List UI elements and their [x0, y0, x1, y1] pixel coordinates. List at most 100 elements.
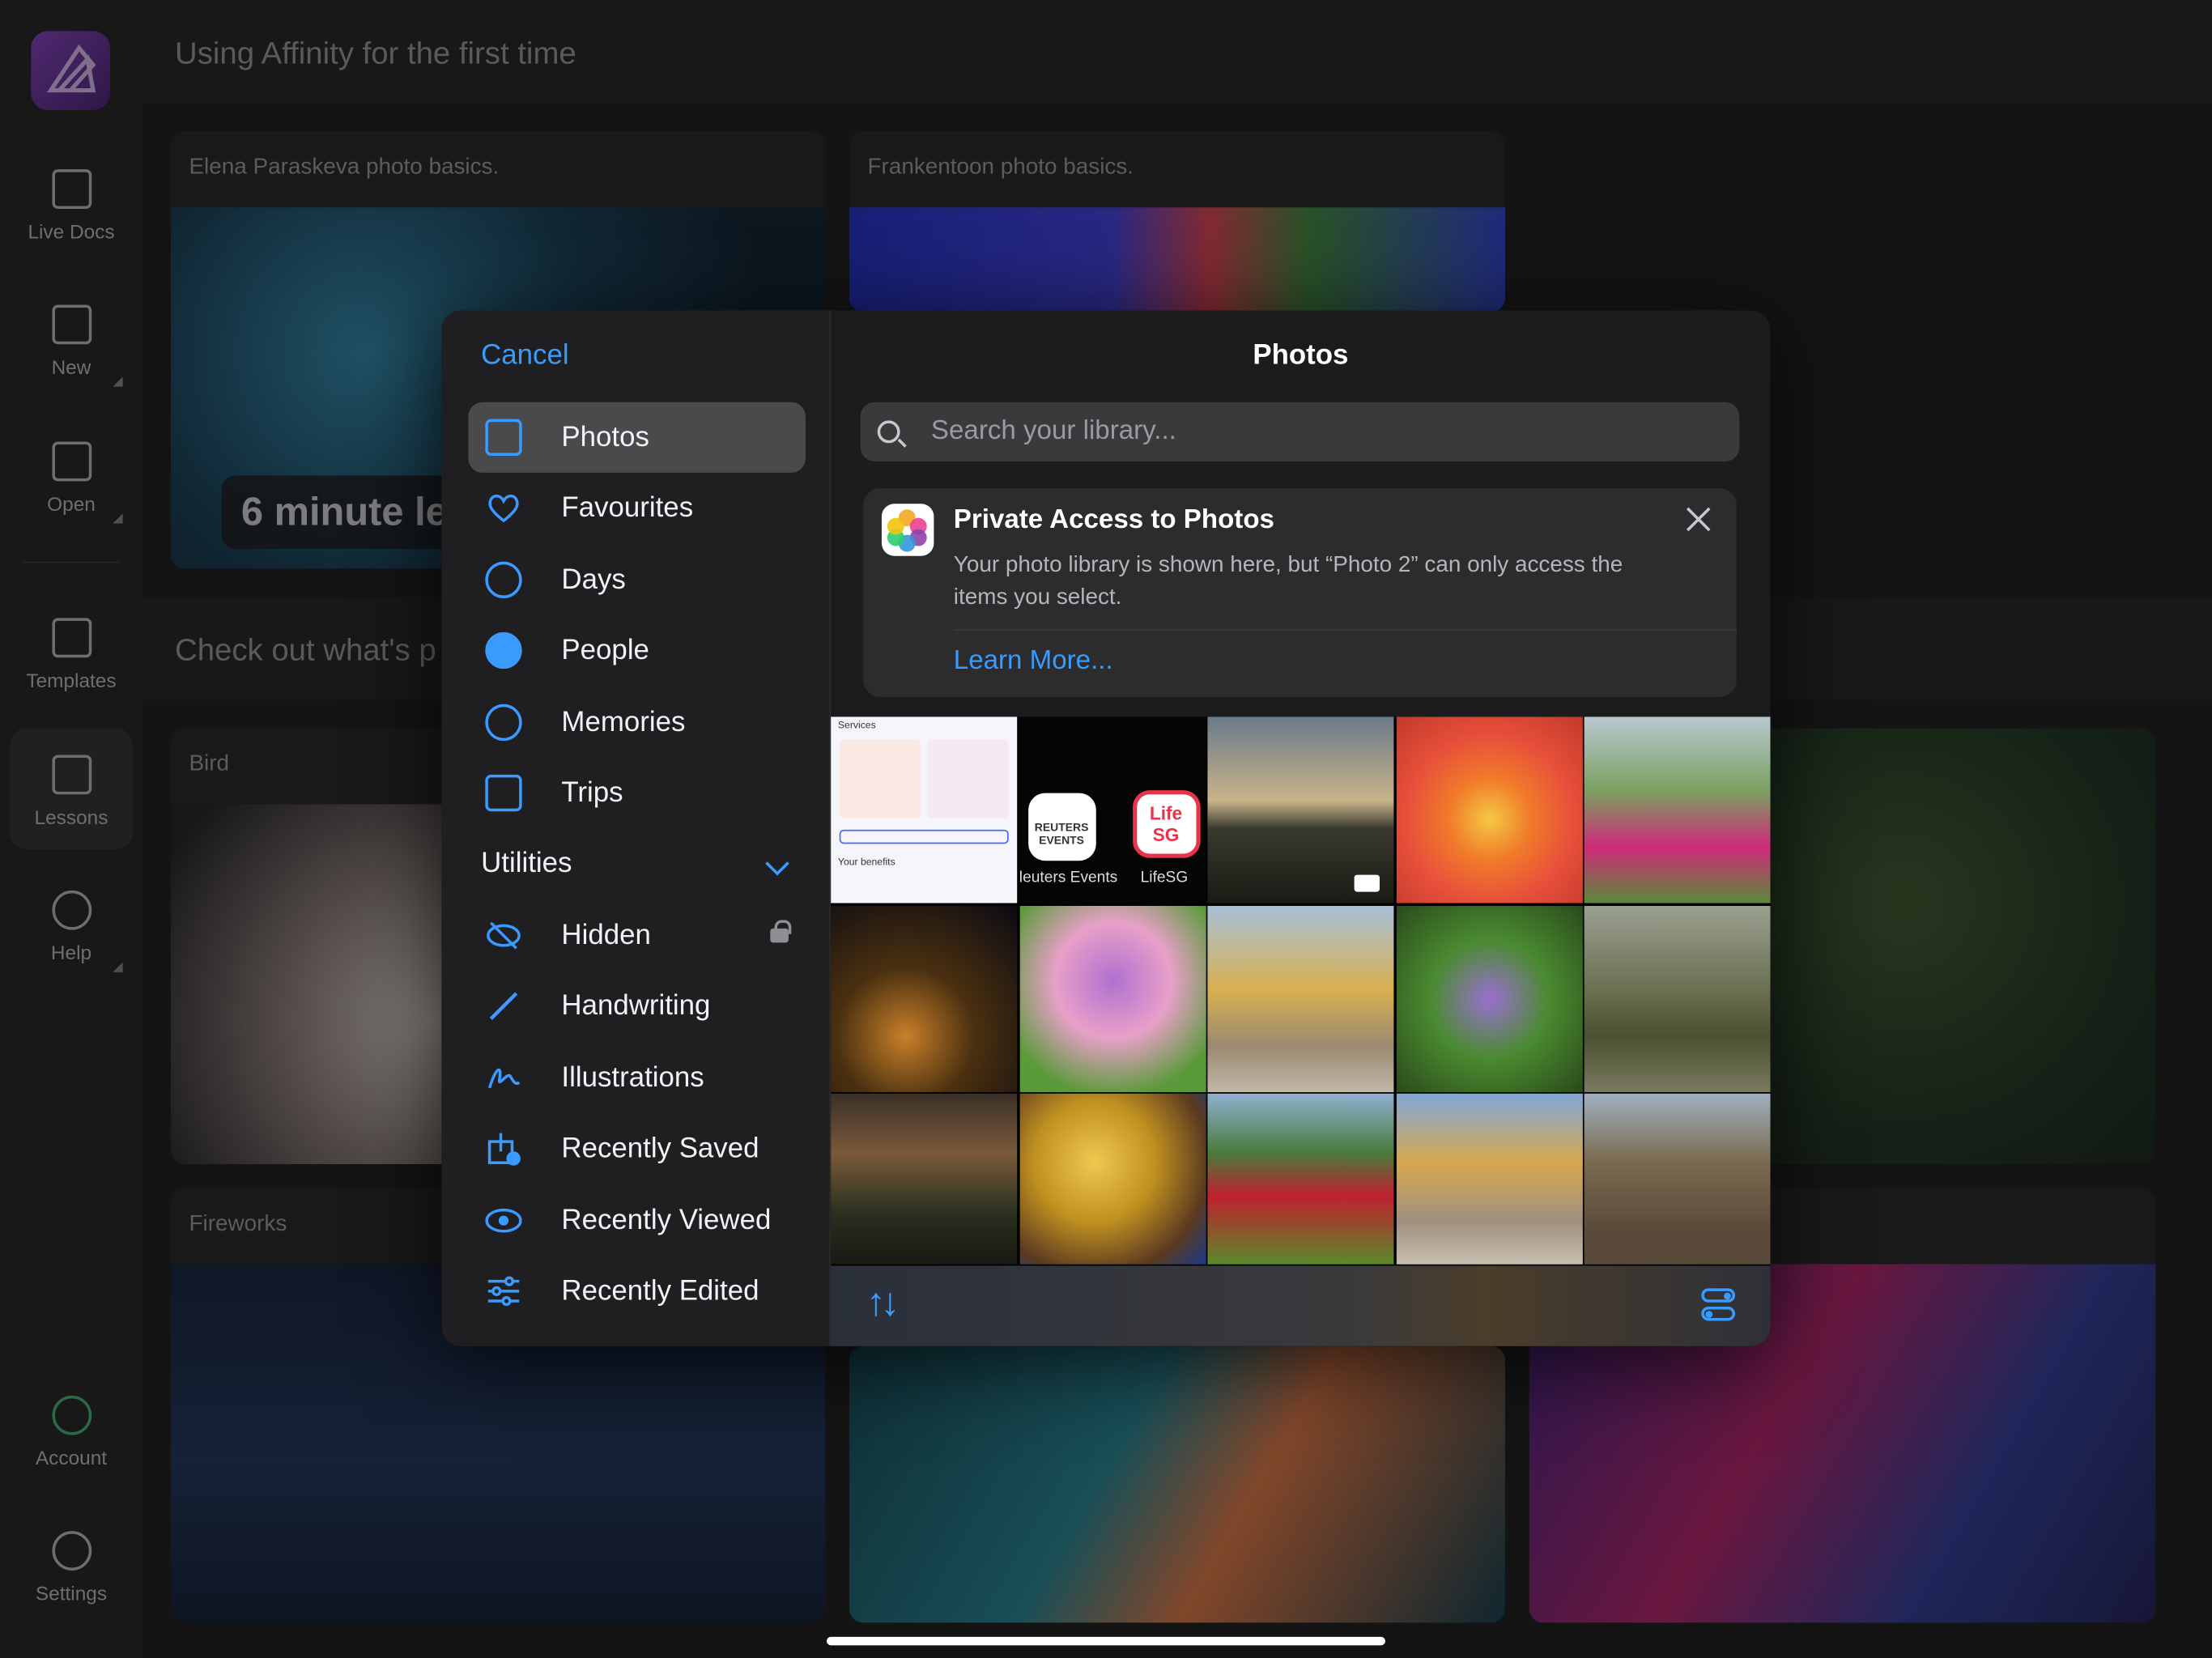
eye-slash-icon [485, 917, 521, 954]
templates-icon [51, 618, 91, 658]
folder-icon [51, 441, 91, 482]
private-access-notice: Private Access to Photos Your photo libr… [863, 488, 1737, 698]
photos-stack-icon [485, 419, 522, 456]
thumb-text: Life [1149, 802, 1183, 824]
photo-thumbnail[interactable] [1207, 716, 1394, 903]
sidebar-item-label: Recently Viewed [561, 1204, 772, 1235]
photo-thumbnail[interactable] [1396, 1093, 1582, 1265]
home-indicator [826, 1636, 1385, 1646]
sidebar-item-label: Days [561, 563, 626, 595]
photo-thumbnail[interactable] [1584, 905, 1771, 1092]
photos-app-icon [881, 504, 934, 556]
sidebar-item-hidden[interactable]: Hidden [468, 900, 805, 971]
rail-new[interactable]: New [0, 304, 143, 387]
sidebar-item-label: Photos [561, 421, 649, 453]
photo-thumbnail[interactable] [1019, 1093, 1206, 1265]
sidebar-item-days[interactable]: Days [468, 545, 805, 615]
thumb-text: SG [1152, 823, 1180, 846]
sidebar-item-label: Favourites [561, 491, 694, 523]
lock-icon [770, 920, 791, 943]
search-bar[interactable] [860, 402, 1740, 461]
rail-open[interactable]: Open [0, 441, 143, 524]
memories-play-icon [485, 704, 522, 742]
rail-account[interactable]: Account [0, 1395, 143, 1469]
sidebar-item-memories[interactable]: Memories [468, 687, 805, 758]
rail-label: Open [47, 492, 96, 516]
photo-picker-sheet: Cancel Photos Favourites Days People Mem… [441, 310, 1771, 1346]
thumb-text: LifeSG [1140, 869, 1189, 886]
pencil-icon [485, 988, 521, 1024]
sidebar-item-label: Hidden [561, 919, 651, 950]
rail-divider [22, 561, 121, 563]
sidebar-item-favourites[interactable]: Favourites [468, 473, 805, 543]
sidebar-item-illustrations[interactable]: Illustrations [468, 1043, 805, 1113]
utilities-header[interactable]: Utilities [481, 848, 572, 881]
photo-thumbnail[interactable] [831, 1093, 1018, 1265]
sidebar-item-recently-viewed[interactable]: Recently Viewed [468, 1185, 805, 1256]
sidebar-item-trips[interactable]: Trips [468, 758, 805, 828]
gear-icon [51, 1531, 91, 1571]
more-indicator-icon [113, 513, 123, 524]
account-icon [51, 1395, 91, 1435]
thumb-text: Your benefits [837, 857, 895, 868]
download-badge-icon [485, 1130, 521, 1167]
sidebar-item-label: Illustrations [561, 1061, 704, 1093]
sidebar-item-handwriting[interactable]: Handwriting [468, 971, 805, 1041]
rail-label: Account [35, 1446, 108, 1469]
clock-icon [485, 561, 522, 599]
card-title: Frankentoon photo basics. [867, 155, 1134, 180]
rail-live-docs[interactable]: Live Docs [0, 169, 143, 243]
cancel-button[interactable]: Cancel [481, 340, 568, 372]
photo-thumbnail[interactable] [1396, 716, 1582, 903]
photo-thumbnail[interactable] [1584, 716, 1771, 903]
eye-icon [485, 1202, 522, 1239]
rail-label: New [51, 355, 91, 379]
picker-main: Photos Private Access to Photos Your pho… [831, 310, 1771, 1346]
card-title: Elena Paraskeva photo basics. [189, 155, 500, 180]
card-image [849, 207, 1506, 312]
thumb-text: EVENTS [1039, 834, 1084, 847]
sidebar-item-label: Memories [561, 706, 686, 738]
rail-lessons[interactable]: Lessons [0, 755, 143, 828]
rail-help[interactable]: Help [0, 890, 143, 972]
close-icon[interactable] [1686, 507, 1711, 532]
search-icon [877, 420, 900, 444]
photo-thumbnail[interactable] [1207, 905, 1394, 1092]
photo-thumbnail[interactable] [1584, 1093, 1771, 1265]
photo-thumbnail[interactable] [1396, 905, 1582, 1092]
page-title: Using Affinity for the first time [142, 0, 2212, 104]
lesson-card-franken[interactable]: Frankentoon photo basics. [849, 131, 1506, 312]
chevron-down-icon[interactable] [765, 851, 789, 876]
learn-more-link[interactable]: Learn More... [954, 646, 1113, 677]
notice-body: Your photo library is shown here, but “P… [953, 553, 1623, 610]
view-options-icon[interactable] [1701, 1288, 1736, 1322]
photo-thumbnail[interactable] [1207, 1093, 1394, 1265]
sidebar-item-label: People [561, 634, 649, 665]
sidebar-item-recently-edited[interactable]: Recently Edited [468, 1256, 805, 1326]
left-rail: Live Docs New Open Templates Lessons Hel… [0, 0, 143, 1658]
sidebar-item-label: Trips [561, 776, 623, 808]
picker-title: Photos [1253, 340, 1349, 372]
photo-thumbnail[interactable]: REUTERS EVENTS Life SG leuters Events Life… [1019, 716, 1206, 903]
sort-icon[interactable] [866, 1280, 908, 1325]
sidebar-item-label: Recently Saved [561, 1132, 759, 1164]
person-circle-icon [485, 631, 522, 670]
rail-templates[interactable]: Templates [0, 618, 143, 691]
suitcase-icon [485, 774, 522, 812]
sidebar-item-photos[interactable]: Photos [468, 402, 806, 473]
lesson-card-portrait[interactable] [849, 1346, 1506, 1623]
search-input[interactable] [930, 416, 1693, 448]
more-indicator-icon [113, 376, 123, 387]
thumb-text: Services [837, 721, 876, 731]
rail-label: Settings [35, 1581, 108, 1605]
photo-thumbnail[interactable] [1019, 905, 1206, 1092]
sidebar-item-recently-saved[interactable]: Recently Saved [468, 1113, 805, 1184]
rail-label: Live Docs [28, 219, 115, 243]
photo-thumbnail[interactable]: Services Your benefits [831, 716, 1018, 903]
photo-thumbnail[interactable] [831, 905, 1018, 1092]
rail-settings[interactable]: Settings [0, 1531, 143, 1605]
sidebar-item-label: Handwriting [561, 989, 711, 1022]
notice-divider [953, 629, 1737, 631]
book-icon [51, 755, 91, 795]
sidebar-item-people[interactable]: People [468, 615, 805, 686]
